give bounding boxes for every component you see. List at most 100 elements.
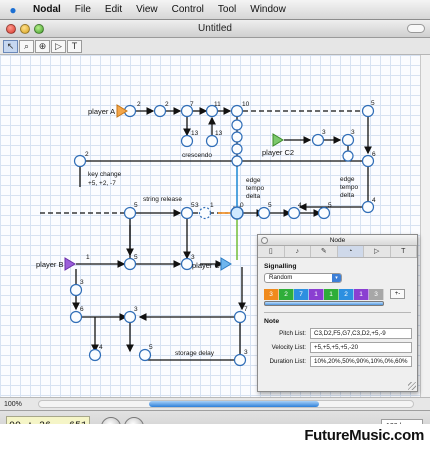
note-tab-icon[interactable]: ♪ bbox=[285, 246, 311, 257]
sequence-cell[interactable]: 2 bbox=[339, 289, 354, 300]
sequence-cell[interactable]: 7 bbox=[294, 289, 309, 300]
menu-control[interactable]: Control bbox=[165, 4, 211, 15]
svg-text:4: 4 bbox=[298, 202, 302, 209]
signalling-heading: Signalling bbox=[264, 263, 297, 270]
horizontal-scrollbar[interactable] bbox=[38, 400, 414, 408]
svg-text:7: 7 bbox=[190, 101, 194, 108]
chevron-down-icon: ▾ bbox=[332, 274, 341, 282]
footer: FutureMusic.com bbox=[0, 424, 430, 450]
play-tool-icon[interactable]: ▷ bbox=[51, 39, 66, 53]
add-remove-button[interactable]: +- bbox=[390, 289, 405, 299]
duration-list-field[interactable]: 10%,20%,50%,90%,10%,0%,60% bbox=[310, 356, 412, 367]
svg-text:3: 3 bbox=[80, 279, 84, 286]
duration-list-label: Duration List: bbox=[269, 358, 306, 365]
pitch-list-row: Pitch List: C3,D2,F5,G7,C3,D2,+5,-9 bbox=[264, 328, 417, 339]
tempo-label-1: tempo bbox=[246, 185, 264, 192]
signal-tab-icon[interactable]: ◔ bbox=[337, 246, 364, 257]
note-heading: Note bbox=[264, 318, 280, 325]
svg-text:6: 6 bbox=[80, 306, 84, 313]
svg-text:5: 5 bbox=[134, 254, 138, 261]
sequence-cell[interactable]: 3 bbox=[369, 289, 384, 300]
horizontal-scroll-thumb[interactable] bbox=[149, 401, 319, 407]
text-tab-icon[interactable]: T bbox=[391, 246, 417, 257]
svg-text:3: 3 bbox=[191, 254, 195, 261]
sequence-cell[interactable]: 3 bbox=[264, 289, 279, 300]
player-b-label: player B bbox=[36, 260, 64, 269]
menu-tool[interactable]: Tool bbox=[211, 4, 243, 15]
panel-close-button[interactable] bbox=[261, 237, 268, 244]
svg-text:2: 2 bbox=[165, 101, 169, 108]
dashed-edges bbox=[40, 110, 362, 214]
page-tab-icon[interactable]: ▯ bbox=[258, 246, 285, 257]
key-change-label: key change bbox=[88, 171, 122, 178]
zoom-level[interactable]: 100% bbox=[0, 401, 34, 408]
pitch-list-label: Pitch List: bbox=[279, 330, 306, 337]
tempo-label-2: tempo bbox=[340, 184, 358, 191]
canvas-status-bar: 100% bbox=[0, 397, 430, 410]
main-window: Untitled ↖ ⌕ ⊕ ▷ T player A player B pla… bbox=[0, 20, 430, 444]
string-release-label: string release bbox=[143, 196, 182, 203]
velocity-list-field[interactable]: +5,+5,+5,+5,-20 bbox=[310, 342, 412, 353]
player-a-node[interactable] bbox=[116, 104, 128, 118]
sequence-cell[interactable]: 2 bbox=[279, 289, 294, 300]
pitch-list-field[interactable]: C3,D2,F5,G7,C3,D2,+5,-9 bbox=[310, 328, 412, 339]
menu-edit[interactable]: Edit bbox=[98, 4, 129, 15]
svg-text:3: 3 bbox=[244, 349, 248, 356]
svg-text:1: 1 bbox=[86, 254, 90, 261]
svg-text:5: 5 bbox=[371, 100, 375, 107]
arrow-tool-icon[interactable]: ↖ bbox=[3, 39, 18, 53]
zoom-tool-icon[interactable]: ⌕ bbox=[19, 39, 34, 53]
player-c-node[interactable] bbox=[220, 257, 232, 271]
player-b-node[interactable] bbox=[64, 257, 76, 271]
sequence-scroll-bar[interactable] bbox=[264, 301, 384, 306]
toolbar-toggle-button[interactable] bbox=[407, 24, 425, 33]
crescendo-label: crescendo bbox=[182, 152, 212, 159]
window-titlebar: Untitled bbox=[0, 20, 430, 38]
apple-icon[interactable]: ● bbox=[0, 3, 26, 17]
zoom-region-tool-icon[interactable]: ⊕ bbox=[35, 39, 50, 53]
delta-label-2: delta bbox=[340, 192, 354, 199]
text-tool-icon[interactable]: T bbox=[67, 39, 82, 53]
key-change-values: +5, +2, -7 bbox=[88, 180, 116, 187]
edge-label-2: edge bbox=[340, 176, 355, 183]
play-tab-icon[interactable]: ▷ bbox=[364, 246, 391, 257]
svg-text:5: 5 bbox=[328, 202, 332, 209]
svg-text:1: 1 bbox=[210, 202, 214, 209]
svg-text:5: 5 bbox=[268, 202, 272, 209]
pen-tab-icon[interactable]: ✎ bbox=[311, 246, 338, 257]
zoom-window-button[interactable] bbox=[34, 24, 44, 34]
brand-watermark: FutureMusic.com bbox=[304, 427, 424, 444]
svg-text:10: 10 bbox=[242, 101, 250, 108]
svg-text:3: 3 bbox=[134, 306, 138, 313]
signalling-mode-value: Random bbox=[269, 274, 293, 281]
velocity-list-row: Velocity List: +5,+5,+5,+5,-20 bbox=[264, 342, 417, 353]
menu-app-name[interactable]: Nodal bbox=[26, 4, 68, 15]
duration-list-row: Duration List: 10%,20%,50%,90%,10%,0%,60… bbox=[264, 356, 417, 367]
minimize-window-button[interactable] bbox=[20, 24, 30, 34]
signalling-mode-select[interactable]: Random ▾ bbox=[264, 273, 342, 283]
panel-titlebar: Node bbox=[258, 235, 417, 246]
menu-view[interactable]: View bbox=[129, 4, 165, 15]
storage-delay-label: storage delay bbox=[175, 350, 215, 357]
panel-tabs: ▯ ♪ ✎ ◔ ▷ T bbox=[258, 246, 417, 258]
resize-handle[interactable] bbox=[408, 382, 416, 390]
menu-window[interactable]: Window bbox=[243, 4, 293, 15]
player-a-label: player A bbox=[88, 107, 115, 116]
menubar: ● Nodal File Edit View Control Tool Wind… bbox=[0, 0, 430, 20]
close-window-button[interactable] bbox=[6, 24, 16, 34]
sequence-cell[interactable]: 1 bbox=[354, 289, 369, 300]
svg-text:11: 11 bbox=[214, 101, 221, 108]
panel-divider bbox=[264, 312, 411, 313]
panel-title: Node bbox=[329, 237, 346, 244]
svg-text:7: 7 bbox=[244, 306, 248, 313]
player-c2-node[interactable] bbox=[272, 133, 284, 147]
menu-file[interactable]: File bbox=[68, 4, 98, 15]
signal-sequence[interactable]: 3 2 7 1 1 2 1 3 bbox=[264, 289, 384, 300]
sequence-cell[interactable]: 1 bbox=[309, 289, 324, 300]
svg-text:6: 6 bbox=[372, 151, 376, 158]
svg-text:13: 13 bbox=[191, 130, 199, 137]
tool-palette: ↖ ⌕ ⊕ ▷ T bbox=[0, 38, 430, 55]
sequence-cell[interactable]: 1 bbox=[324, 289, 339, 300]
vertical-scrollbar[interactable] bbox=[420, 55, 430, 397]
svg-text:2: 2 bbox=[137, 101, 141, 108]
